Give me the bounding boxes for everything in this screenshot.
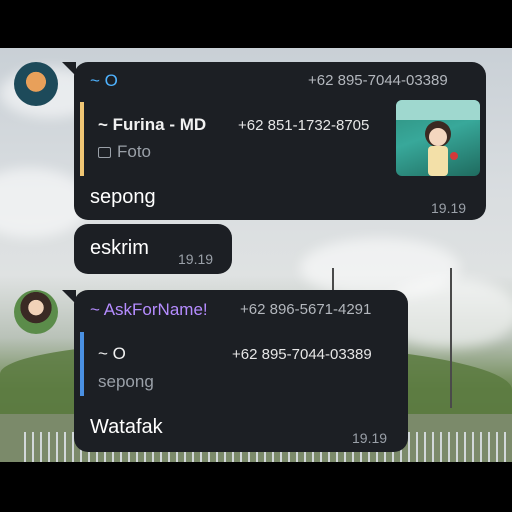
avatar[interactable] xyxy=(14,62,58,106)
image-icon xyxy=(98,147,111,159)
sender-phone: +62 896-5671-4291 xyxy=(240,301,372,318)
message-time: 19.19 xyxy=(178,251,214,267)
reply-sender-phone: +62 895-7044-03389 xyxy=(232,346,372,363)
reply-sender-name: ~ Furina - MD xyxy=(98,115,207,134)
message-bubble[interactable]: ~ O +62 895-7044-03389 ~ Furina - MD +62… xyxy=(74,62,486,220)
message-bubble[interactable]: eskrim 19.19 xyxy=(74,224,232,274)
reply-subtitle: Foto xyxy=(98,142,151,162)
sender-name[interactable]: ~ AskForName! xyxy=(90,300,208,320)
sender-phone: +62 895-7044-03389 xyxy=(308,72,448,89)
message-text: sepong xyxy=(90,186,156,208)
reply-sender-phone: +62 851-1732-8705 xyxy=(238,117,370,134)
message-text: eskrim xyxy=(90,237,149,259)
reply-subtitle: sepong xyxy=(98,372,154,391)
message-time: 19.19 xyxy=(352,430,388,446)
reply-preview[interactable]: ~ O +62 895-7044-03389 sepong xyxy=(80,332,392,396)
avatar[interactable] xyxy=(14,290,58,334)
reply-preview[interactable]: ~ Furina - MD +62 851-1732-8705 Foto xyxy=(80,102,394,176)
message-time: 19.19 xyxy=(431,200,467,216)
sender-name[interactable]: ~ O xyxy=(90,71,118,91)
reply-photo-thumbnail[interactable] xyxy=(396,100,480,176)
reply-sender-name: ~ O xyxy=(98,344,126,363)
message-text: Watafak xyxy=(90,416,163,438)
message-bubble[interactable]: ~ AskForName! +62 896-5671-4291 ~ O +62 … xyxy=(74,290,408,452)
